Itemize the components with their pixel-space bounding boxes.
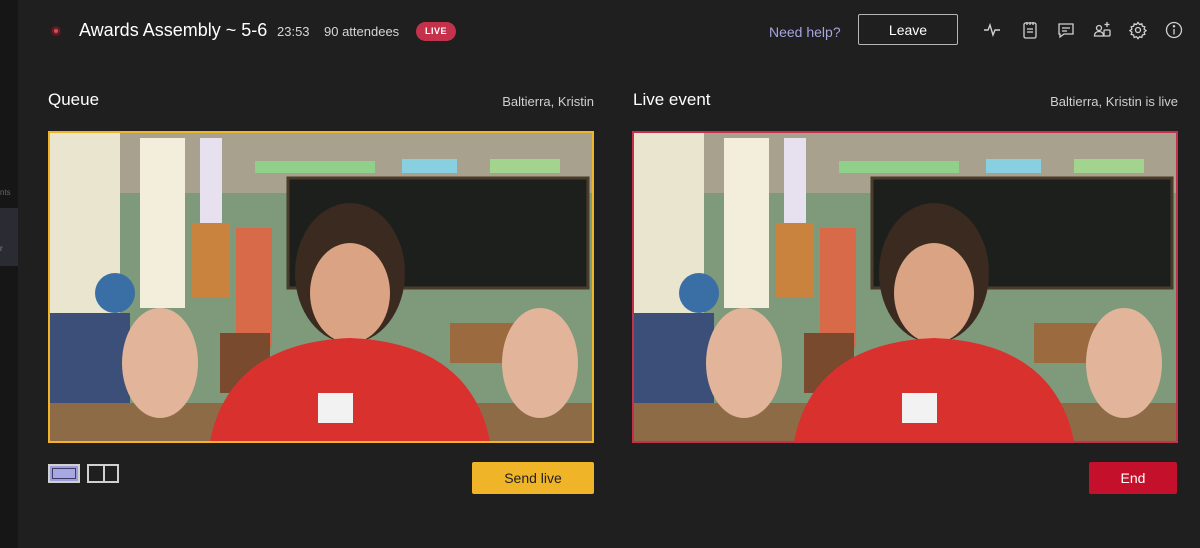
recording-indicator-icon [50,25,62,37]
activity-icon[interactable] [982,20,1002,40]
rail-text-fragment: nts [0,188,11,197]
left-rail: nts r [0,0,18,548]
event-timer: 23:53 [277,24,310,39]
info-icon[interactable] [1164,20,1184,40]
live-badge: LIVE [416,22,457,41]
chat-icon[interactable] [1056,20,1076,40]
queue-title: Queue [48,90,100,109]
live-event-title: Live event [633,90,711,109]
live-status-text: Baltierra, Kristin is live [1050,94,1178,109]
leave-button[interactable]: Leave [858,14,958,45]
end-button[interactable]: End [1089,462,1177,494]
single-layout-button[interactable] [48,464,80,483]
queue-video-preview[interactable] [48,131,594,443]
queue-presenter-name: Baltierra, Kristin [502,94,594,109]
attendee-count: 90 attendees [324,24,400,39]
presenter-video-frame [50,133,592,441]
side-by-side-layout-button[interactable] [87,464,119,483]
settings-icon[interactable] [1128,20,1148,40]
event-title: Awards Assembly ~ 5-6 [79,20,268,40]
rail-selected-item[interactable] [0,208,18,266]
live-event-producer-view: nts r Awards Assembly ~ 5-6 23:53 90 att… [0,0,1200,548]
need-help-link[interactable]: Need help? [769,24,841,40]
top-bar: Awards Assembly ~ 5-6 23:53 90 attendees… [18,0,1200,62]
live-video-output[interactable] [632,131,1178,443]
notes-icon[interactable] [1020,20,1040,40]
rail-text-fragment: r [0,244,3,253]
send-live-button[interactable]: Send live [472,462,594,494]
add-people-icon[interactable] [1092,20,1112,40]
presenter-video-frame [634,133,1176,441]
